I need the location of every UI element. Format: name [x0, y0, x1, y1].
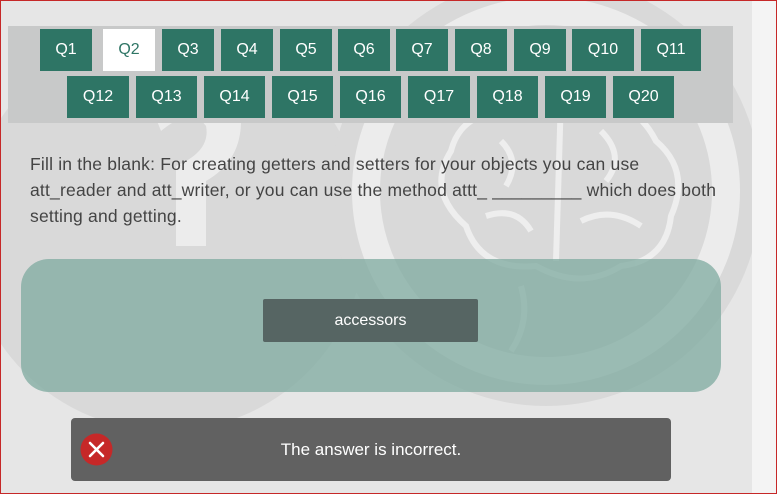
question-q17-button[interactable]: Q17	[408, 76, 470, 118]
question-q9-button[interactable]: Q9	[514, 29, 566, 71]
quiz-content: Q1 Q2 Q3 Q4 Q5 Q6 Q7 Q8 Q9 Q10 Q11 Q12 Q…	[1, 1, 752, 493]
question-text: Fill in the blank: For creating getters …	[30, 154, 717, 226]
question-q10-button[interactable]: Q10	[572, 29, 634, 71]
scrollbar-track[interactable]	[752, 1, 776, 493]
question-q1-button[interactable]: Q1	[40, 29, 92, 71]
feedback-message: The answer is incorrect.	[280, 439, 462, 459]
question-q5-button[interactable]: Q5	[280, 29, 332, 71]
question-q14-button[interactable]: Q14	[204, 76, 265, 118]
question-q4-button[interactable]: Q4	[221, 29, 273, 71]
question-q12-button[interactable]: Q12	[67, 76, 129, 118]
answer-chip[interactable]: accessors	[263, 299, 478, 342]
question-q16-button[interactable]: Q16	[340, 76, 401, 118]
question-q7-button[interactable]: Q7	[396, 29, 448, 71]
question-q13-button[interactable]: Q13	[136, 76, 197, 118]
question-q20-button[interactable]: Q20	[613, 76, 674, 118]
question-q11-button[interactable]: Q11	[641, 29, 701, 71]
question-q15-button[interactable]: Q15	[272, 76, 333, 118]
quiz-window: Q1 Q2 Q3 Q4 Q5 Q6 Q7 Q8 Q9 Q10 Q11 Q12 Q…	[0, 0, 777, 494]
question-q19-button[interactable]: Q19	[545, 76, 606, 118]
feedback-banner: The answer is incorrect.	[71, 418, 671, 481]
question-q6-button[interactable]: Q6	[338, 29, 390, 71]
question-q18-button[interactable]: Q18	[477, 76, 538, 118]
question-navigation: Q1 Q2 Q3 Q4 Q5 Q6 Q7 Q8 Q9 Q10 Q11 Q12 Q…	[8, 26, 733, 123]
question-q2-button[interactable]: Q2	[103, 29, 155, 71]
question-q3-button[interactable]: Q3	[162, 29, 214, 71]
question-q8-button[interactable]: Q8	[455, 29, 507, 71]
